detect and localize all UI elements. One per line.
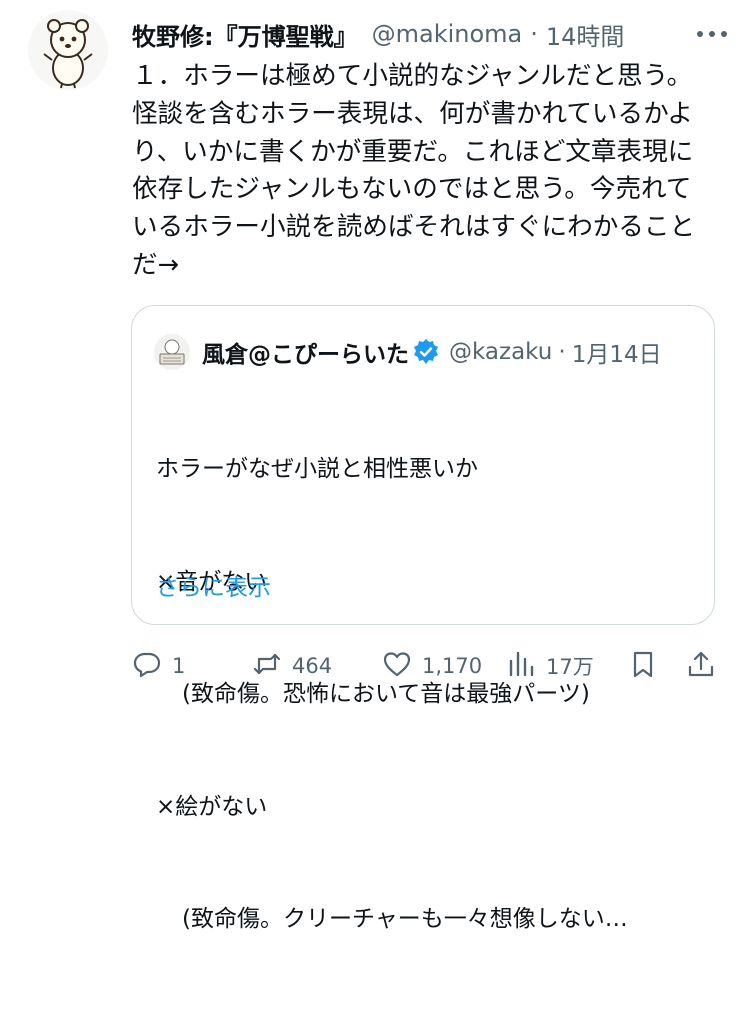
quoted-post-header: 風倉@こぴーらいた @kazaku · 1月14日 bbox=[154, 332, 699, 372]
separator-dot: · bbox=[558, 339, 566, 365]
like-icon bbox=[382, 649, 412, 684]
quoted-line: ホラーがなぜ小説と相性悪いか bbox=[156, 456, 478, 482]
separator-dot: · bbox=[530, 20, 538, 48]
action-bar: 1 464 1,170 17万 bbox=[130, 644, 720, 688]
quoted-line: (致命傷。クリーチャーも一々想像しない… bbox=[182, 906, 628, 932]
show-more-link[interactable]: さらに表示 bbox=[156, 568, 271, 602]
author-name[interactable]: 牧野修:『万博聖戦』 bbox=[132, 17, 358, 52]
like-count: 1,170 bbox=[422, 654, 483, 678]
reply-icon bbox=[132, 649, 162, 684]
share-button[interactable] bbox=[686, 644, 716, 688]
post-header: 牧野修:『万博聖戦』 @makinoma · 14時間 bbox=[132, 14, 732, 54]
repost-button[interactable]: 464 bbox=[252, 644, 332, 688]
quoted-post-date[interactable]: 1月14日 bbox=[572, 335, 662, 369]
quoted-author-name[interactable]: 風倉@こぴーらいた bbox=[202, 335, 409, 369]
quoted-post[interactable]: 風倉@こぴーらいた @kazaku · 1月14日 ホラーがなぜ小説と相性悪いか… bbox=[131, 305, 715, 932]
share-icon bbox=[686, 649, 716, 684]
quoted-line: ×絵がない bbox=[156, 793, 268, 820]
views-count: 17万 bbox=[546, 655, 594, 679]
post-time[interactable]: 14時間 bbox=[546, 17, 625, 52]
quoted-author-handle[interactable]: @kazaku bbox=[449, 339, 552, 365]
quoted-post-text: ホラーがなぜ小説と相性悪いか ×音がない (致命傷。恐怖において音は最強パーツ)… bbox=[156, 376, 696, 1014]
author-handle[interactable]: @makinoma bbox=[372, 20, 523, 48]
quoted-avatar bbox=[154, 334, 190, 370]
repost-count: 464 bbox=[292, 654, 333, 678]
views-icon bbox=[506, 649, 536, 684]
bookmark-button[interactable] bbox=[628, 644, 658, 688]
reply-button[interactable]: 1 bbox=[132, 644, 185, 688]
more-icon[interactable] bbox=[692, 14, 732, 54]
verified-badge-icon bbox=[411, 337, 441, 367]
avatar[interactable] bbox=[28, 10, 108, 90]
reply-count: 1 bbox=[172, 654, 186, 678]
repost-icon bbox=[252, 649, 282, 684]
like-button[interactable]: 1,170 bbox=[382, 644, 482, 688]
avatar-illustration bbox=[43, 19, 93, 89]
post-text: １．ホラーは極めて小説的なジャンルだと思う。怪談を含むホラー表現は、何が書かれて… bbox=[132, 61, 696, 280]
bookmark-icon bbox=[628, 649, 658, 684]
views-button[interactable]: 17万 bbox=[506, 644, 594, 688]
